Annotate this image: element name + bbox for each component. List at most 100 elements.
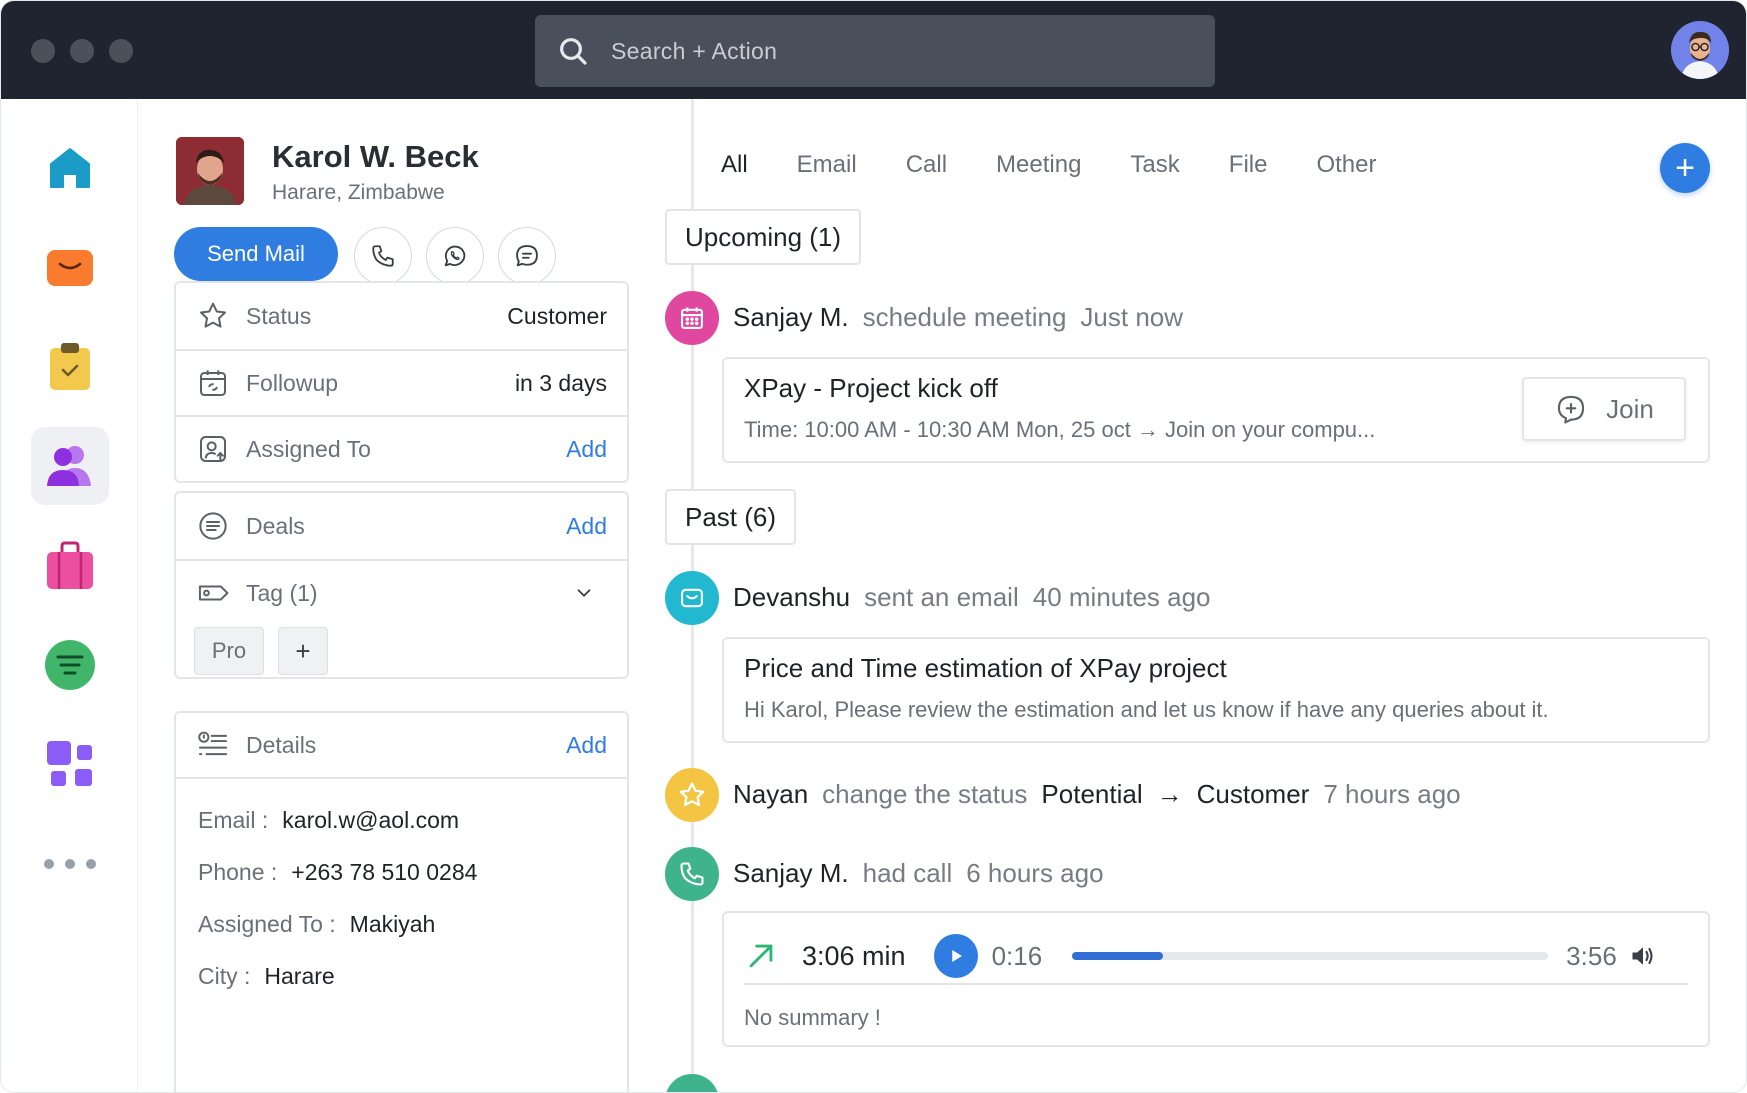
more-icon [44,859,96,869]
send-mail-button[interactable]: Send Mail [174,227,338,281]
window-close-dot[interactable] [31,39,55,63]
event-actor[interactable]: Sanjay M. [733,858,849,889]
followup-row[interactable]: Followup in 3 days [176,349,627,415]
sidebar-item-apps[interactable] [31,725,109,803]
call-card: 3:06 min 0:16 3:56 No summary ! [722,911,1710,1047]
sidebar-item-deals[interactable] [31,527,109,605]
email-card[interactable]: Price and Time estimation of XPay projec… [722,637,1710,743]
deals-add-link[interactable]: Add [566,513,607,540]
status-label: Status [246,302,312,329]
details-label: Details [246,731,317,758]
call-button[interactable] [354,227,412,285]
event-actor[interactable]: Devanshu [733,582,850,613]
sidebar-item-inbox[interactable] [31,228,109,306]
detail-city: City : Harare [198,963,605,990]
contact-profile-panel: Karol W. Beck Harare, Zimbabwe Send Mail… [138,99,693,1092]
status-to: Customer [1196,779,1310,809]
playback-progress-fill [1072,952,1163,960]
outgoing-call-arrow-icon [749,944,773,968]
tab-task[interactable]: Task [1130,151,1179,179]
calendar-icon [681,307,703,329]
sidebar-item-tasks[interactable] [31,328,109,406]
meeting-title: XPay - Project kick off [744,373,998,403]
title-bar: Search + Action [1,1,1746,99]
tab-all[interactable]: All [721,151,748,179]
tab-file[interactable]: File [1229,151,1268,179]
detail-assigned: Assigned To : Makiyah [198,911,605,938]
add-activity-button[interactable]: + [1660,143,1710,193]
chat-button[interactable] [498,227,556,285]
details-row: Details Add [176,713,627,779]
status-event-line: Nayan change the status Potential → Cust… [733,779,1475,810]
details-card: Details Add Email : karol.w@aol.com Phone… [174,711,629,1092]
window-maximize-dot[interactable] [109,39,133,63]
contact-info-card: Status Customer Followup in 3 days Assig… [174,281,629,483]
email-subject: Price and Time estimation of XPay projec… [744,653,1227,683]
activity-tabs: All Email Call Meeting Task File Other [721,151,1425,179]
sidebar-item-more[interactable] [31,825,109,903]
event-actor[interactable]: Sanjay M. [733,302,849,333]
chat-bubble-icon [516,245,538,267]
past-section-label[interactable]: Past (6) [665,489,797,545]
call-event-icon [665,847,719,901]
sidebar-item-home[interactable] [31,129,109,207]
event-action: had call [862,858,953,888]
contact-name: Karol W. Beck [272,139,479,174]
meeting-card[interactable]: XPay - Project kick off Time: 10:00 AM -… [722,357,1710,463]
chevron-down-icon[interactable] [573,582,595,604]
assign-add-link[interactable]: Add [566,436,607,463]
upcoming-section-label[interactable]: Upcoming (1) [665,209,862,265]
phone-icon [680,862,704,886]
tab-call[interactable]: Call [906,151,947,179]
details-list-icon [198,731,228,756]
city-value: Harare [264,963,335,989]
tag-icon [198,585,229,601]
phone-key: Phone : [198,859,278,885]
window-minimize-dot[interactable] [70,39,94,63]
tag-row[interactable]: Tag (1) [176,559,627,625]
tab-email[interactable]: Email [797,151,857,179]
play-icon [951,950,962,962]
home-icon [50,148,90,188]
status-row[interactable]: Status Customer [176,283,627,349]
sidebar-item-contacts[interactable] [31,427,109,505]
search-bar[interactable]: Search + Action [535,15,1215,87]
tag-chip[interactable]: Pro [194,627,264,675]
volume-icon[interactable] [1629,942,1657,970]
event-time: 40 minutes ago [1032,582,1211,612]
meeting-subtitle: Time: 10:00 AM - 10:30 AM Mon, 25 oct → … [744,417,1376,442]
city-key: City : [198,963,251,989]
user-avatar[interactable] [1671,21,1729,79]
phone-value[interactable]: +263 78 510 0284 [291,859,477,885]
search-placeholder: Search + Action [611,37,778,64]
inbox-icon [47,250,93,286]
assigned-value: Makiyah [349,911,436,937]
call-summary: No summary ! [744,1005,881,1030]
users-icon [47,446,91,486]
briefcase-icon [47,541,93,589]
join-button[interactable]: Join [1522,377,1686,441]
tab-other[interactable]: Other [1316,151,1376,179]
event-time: Just now [1080,302,1184,332]
email-value[interactable]: karol.w@aol.com [282,807,459,833]
whatsapp-button[interactable] [426,227,484,285]
event-action: schedule meeting [862,302,1067,332]
playback-progress-track[interactable] [1072,952,1549,960]
play-button[interactable] [933,934,978,978]
details-fields: Email : karol.w@aol.com Phone : +263 78 51… [176,779,627,990]
playback-position: 0:16 [991,940,1043,971]
add-tag-button[interactable]: + [278,627,328,675]
event-actor[interactable]: Nayan [733,779,808,810]
tag-label: Tag (1) [246,579,318,606]
email-event-line: Devanshu sent an email 40 minutes ago [733,582,1225,613]
sidebar-item-reports[interactable] [31,626,109,704]
tab-meeting[interactable]: Meeting [996,151,1081,179]
status-arrow: → [1156,779,1183,809]
meeting-event-line: Sanjay M. schedule meeting Just now [733,302,1197,333]
star-icon [200,302,226,328]
assigned-key: Assigned To : [198,911,336,937]
details-add-link[interactable]: Add [566,732,607,759]
assigned-label: Assigned To [246,435,371,462]
event-time: 6 hours ago [966,858,1104,888]
call-event-line: Sanjay M. had call 6 hours ago [733,858,1118,889]
